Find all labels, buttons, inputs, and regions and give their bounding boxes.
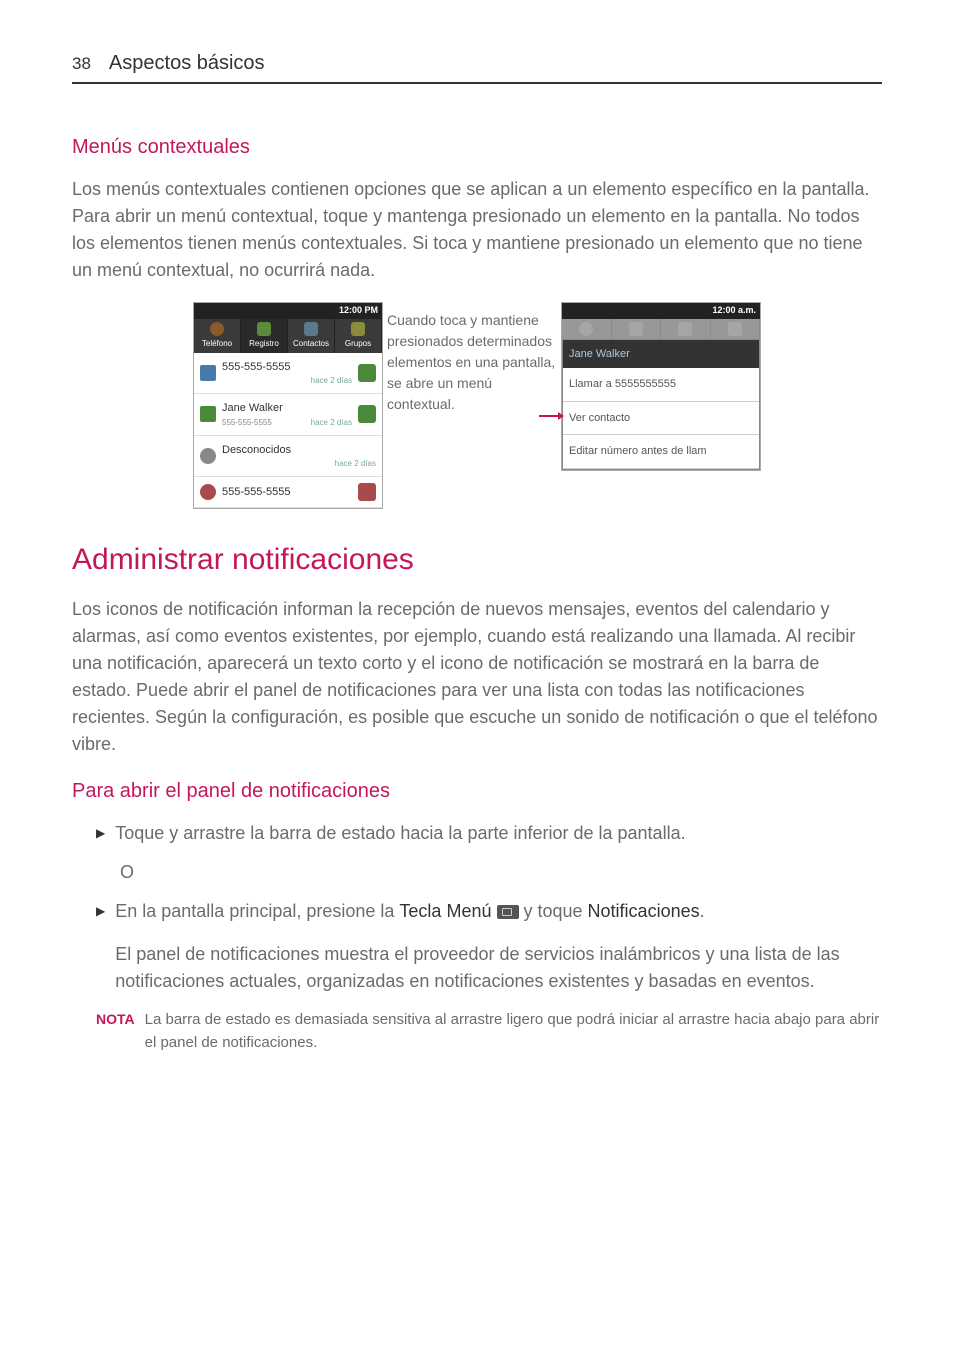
status-time: 12:00 PM: [339, 305, 378, 315]
figure-context-menu: 12:00 PM Teléfono Registro Contactos Gru…: [72, 302, 882, 509]
status-time: 12:00 a.m.: [712, 305, 756, 315]
figure-callout: Cuando toca y mantiene presionados deter…: [387, 310, 557, 415]
status-bar: 12:00 PM: [194, 303, 382, 319]
phone-tabs-dimmed: [562, 319, 760, 339]
log-row: 555-555-5555: [194, 477, 382, 508]
page-number: 38: [72, 51, 91, 77]
bullet-text: En la pantalla principal, presione la Te…: [115, 898, 882, 995]
status-bar: 12:00 a.m.: [562, 303, 760, 319]
tab-phone: Teléfono: [194, 319, 241, 353]
phone-tabs: Teléfono Registro Contactos Grupos: [194, 319, 382, 353]
call-action-icon: [358, 483, 376, 501]
paragraph-notifications: Los iconos de notificación informan la r…: [72, 596, 882, 758]
context-menu-item: Llamar a 5555555555: [563, 368, 759, 402]
log-row: 555-555-5555 hace 2 días: [194, 353, 382, 395]
tab-contacts: Contactos: [288, 319, 335, 353]
bullet-marker-icon: ▶: [96, 902, 105, 995]
context-menu-item: Editar número antes de llam: [563, 435, 759, 469]
callout-arrow-icon: [539, 415, 563, 417]
page-header: 38 Aspectos básicos: [72, 48, 882, 84]
header-title: Aspectos básicos: [109, 48, 265, 78]
unknown-call-icon: [200, 448, 216, 464]
bullet-text: Toque y arrastre la barra de estado haci…: [115, 820, 882, 847]
subheading-open-panel: Para abrir el panel de notificaciones: [72, 776, 882, 806]
heading-notifications: Administrar notificaciones: [72, 537, 882, 582]
context-menu-header: Jane Walker: [563, 340, 759, 369]
missed-call-icon: [200, 365, 216, 381]
bullet-sub-paragraph: El panel de notificaciones muestra el pr…: [115, 941, 882, 995]
screenshot-call-log: 12:00 PM Teléfono Registro Contactos Gru…: [193, 302, 383, 509]
tab-log: Registro: [241, 319, 288, 353]
tab-groups: Grupos: [335, 319, 382, 353]
context-menu: Jane Walker Llamar a 5555555555 Ver cont…: [562, 339, 760, 470]
call-action-icon: [358, 405, 376, 423]
log-row: Jane Walker 555-555-5555 hace 2 días: [194, 394, 382, 436]
bullet-item: ▶ Toque y arrastre la barra de estado ha…: [96, 820, 882, 847]
log-row: Desconocidos hace 2 días: [194, 436, 382, 478]
paragraph-context-menus: Los menús contextuales contienen opcione…: [72, 176, 882, 284]
bullet-marker-icon: ▶: [96, 824, 105, 847]
call-action-icon: [358, 364, 376, 382]
screenshot-context-menu: 12:00 a.m. Jane Walker Llamar a 55555555…: [561, 302, 761, 471]
context-menu-item: Ver contacto: [563, 402, 759, 436]
or-separator: O: [120, 859, 882, 886]
note-block: NOTA La barra de estado es demasiada sen…: [96, 1009, 882, 1054]
note-label: NOTA: [96, 1009, 135, 1054]
subheading-context-menus: Menús contextuales: [72, 132, 882, 162]
menu-key-icon: [497, 905, 519, 919]
note-text: La barra de estado es demasiada sensitiv…: [145, 1009, 882, 1054]
received-call-icon: [200, 406, 216, 422]
bullet-item: ▶ En la pantalla principal, presione la …: [96, 898, 882, 995]
call-icon: [200, 484, 216, 500]
